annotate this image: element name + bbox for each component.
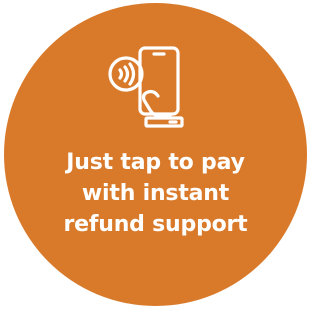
caption-line-3: refund support bbox=[63, 212, 248, 237]
tap-to-pay-phone-icon bbox=[100, 40, 210, 140]
caption-line-1: Just tap to pay bbox=[66, 150, 245, 175]
caption-line-2: with instant bbox=[81, 181, 230, 206]
badge-caption: Just tap to pay with instant refund supp… bbox=[20, 147, 291, 240]
stage: Just tap to pay with instant refund supp… bbox=[0, 0, 311, 311]
